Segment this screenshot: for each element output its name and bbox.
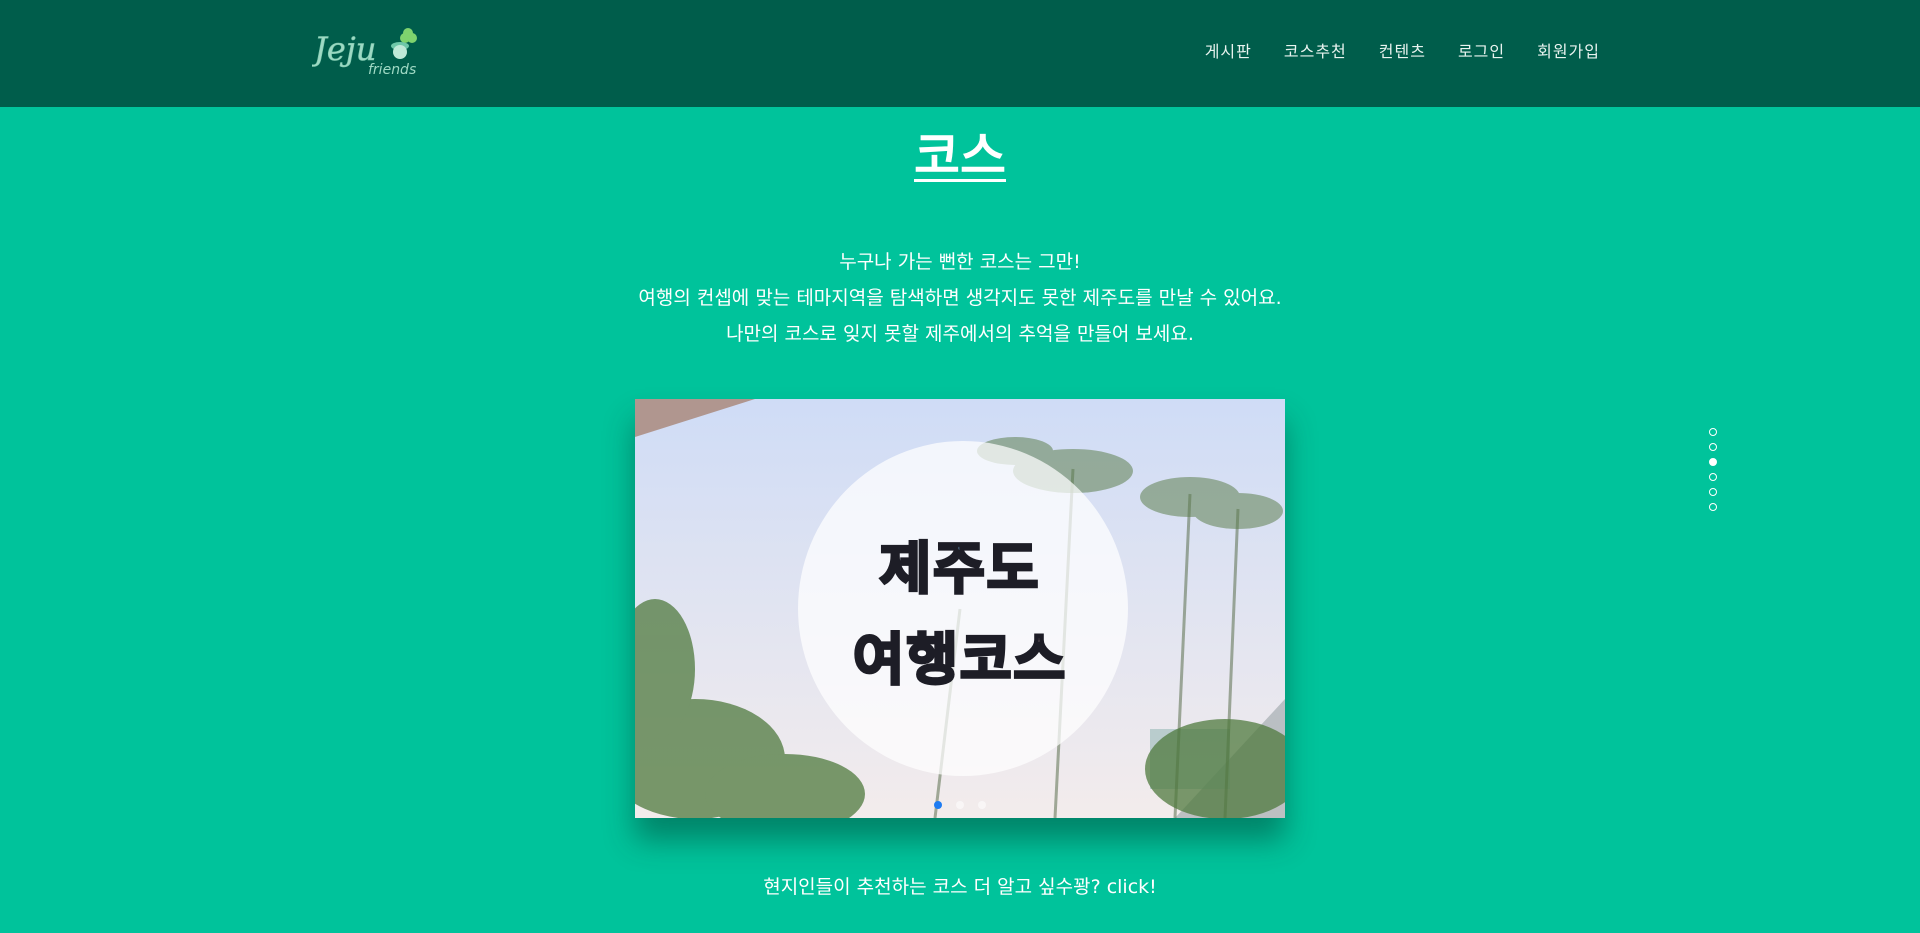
nav-course-recommend[interactable]: 코스추천 bbox=[1284, 38, 1347, 62]
page-dot[interactable] bbox=[1709, 428, 1717, 436]
slider-dot[interactable] bbox=[934, 801, 942, 809]
slider-dot[interactable] bbox=[978, 801, 986, 809]
page-dot-active[interactable] bbox=[1709, 458, 1717, 466]
page-dot[interactable] bbox=[1709, 443, 1717, 451]
section-intro: 누구나 가는 뻔한 코스는 그만! 여행의 컨셉에 맞는 테마지역을 탐색하면 … bbox=[0, 244, 1920, 352]
slide-title-line-2: 여행코스 bbox=[851, 627, 1068, 695]
slider-pagination bbox=[635, 801, 1285, 809]
page-dot[interactable] bbox=[1709, 473, 1717, 481]
intro-line-3: 나만의 코스로 잊지 못할 제주에서의 추억을 만들어 보세요. bbox=[726, 323, 1194, 345]
slider-dot[interactable] bbox=[956, 801, 964, 809]
logo-subtext: friends bbox=[368, 62, 416, 78]
jeju-friends-logo[interactable]: Jeju friends bbox=[312, 24, 424, 80]
hat-face-icon bbox=[391, 42, 409, 59]
main-nav: 게시판 코스추천 컨텐츠 로그인 회원가입 bbox=[1205, 38, 1600, 62]
nav-login[interactable]: 로그인 bbox=[1458, 38, 1505, 62]
intro-line-2: 여행의 컨셉에 맞는 테마지역을 탐색하면 생각지도 못한 제주도를 만날 수 … bbox=[638, 287, 1282, 309]
course-slider[interactable]: 제주도 여행코스 bbox=[635, 399, 1285, 818]
page-section-nav bbox=[1709, 428, 1717, 511]
clover-icon bbox=[400, 28, 417, 43]
top-header: Jeju friends 게시판 코스추천 컨텐츠 로그인 회원가입 bbox=[0, 0, 1920, 107]
page-dot[interactable] bbox=[1709, 488, 1717, 496]
slide-title-line-1: 제주도 bbox=[878, 536, 1041, 604]
more-courses-link[interactable]: 현지인들이 추천하는 코스 더 알고 싶수꽝? click! bbox=[0, 872, 1920, 899]
slide-circle-overlay bbox=[798, 441, 1128, 776]
nav-signup[interactable]: 회원가입 bbox=[1537, 38, 1600, 62]
nav-board[interactable]: 게시판 bbox=[1205, 38, 1252, 62]
page-dot[interactable] bbox=[1709, 503, 1717, 511]
logo-text: Jeju bbox=[312, 30, 376, 68]
nav-contents[interactable]: 컨텐츠 bbox=[1379, 38, 1426, 62]
intro-line-1: 누구나 가는 뻔한 코스는 그만! bbox=[839, 251, 1081, 273]
section-title: 코스 bbox=[914, 127, 1006, 185]
